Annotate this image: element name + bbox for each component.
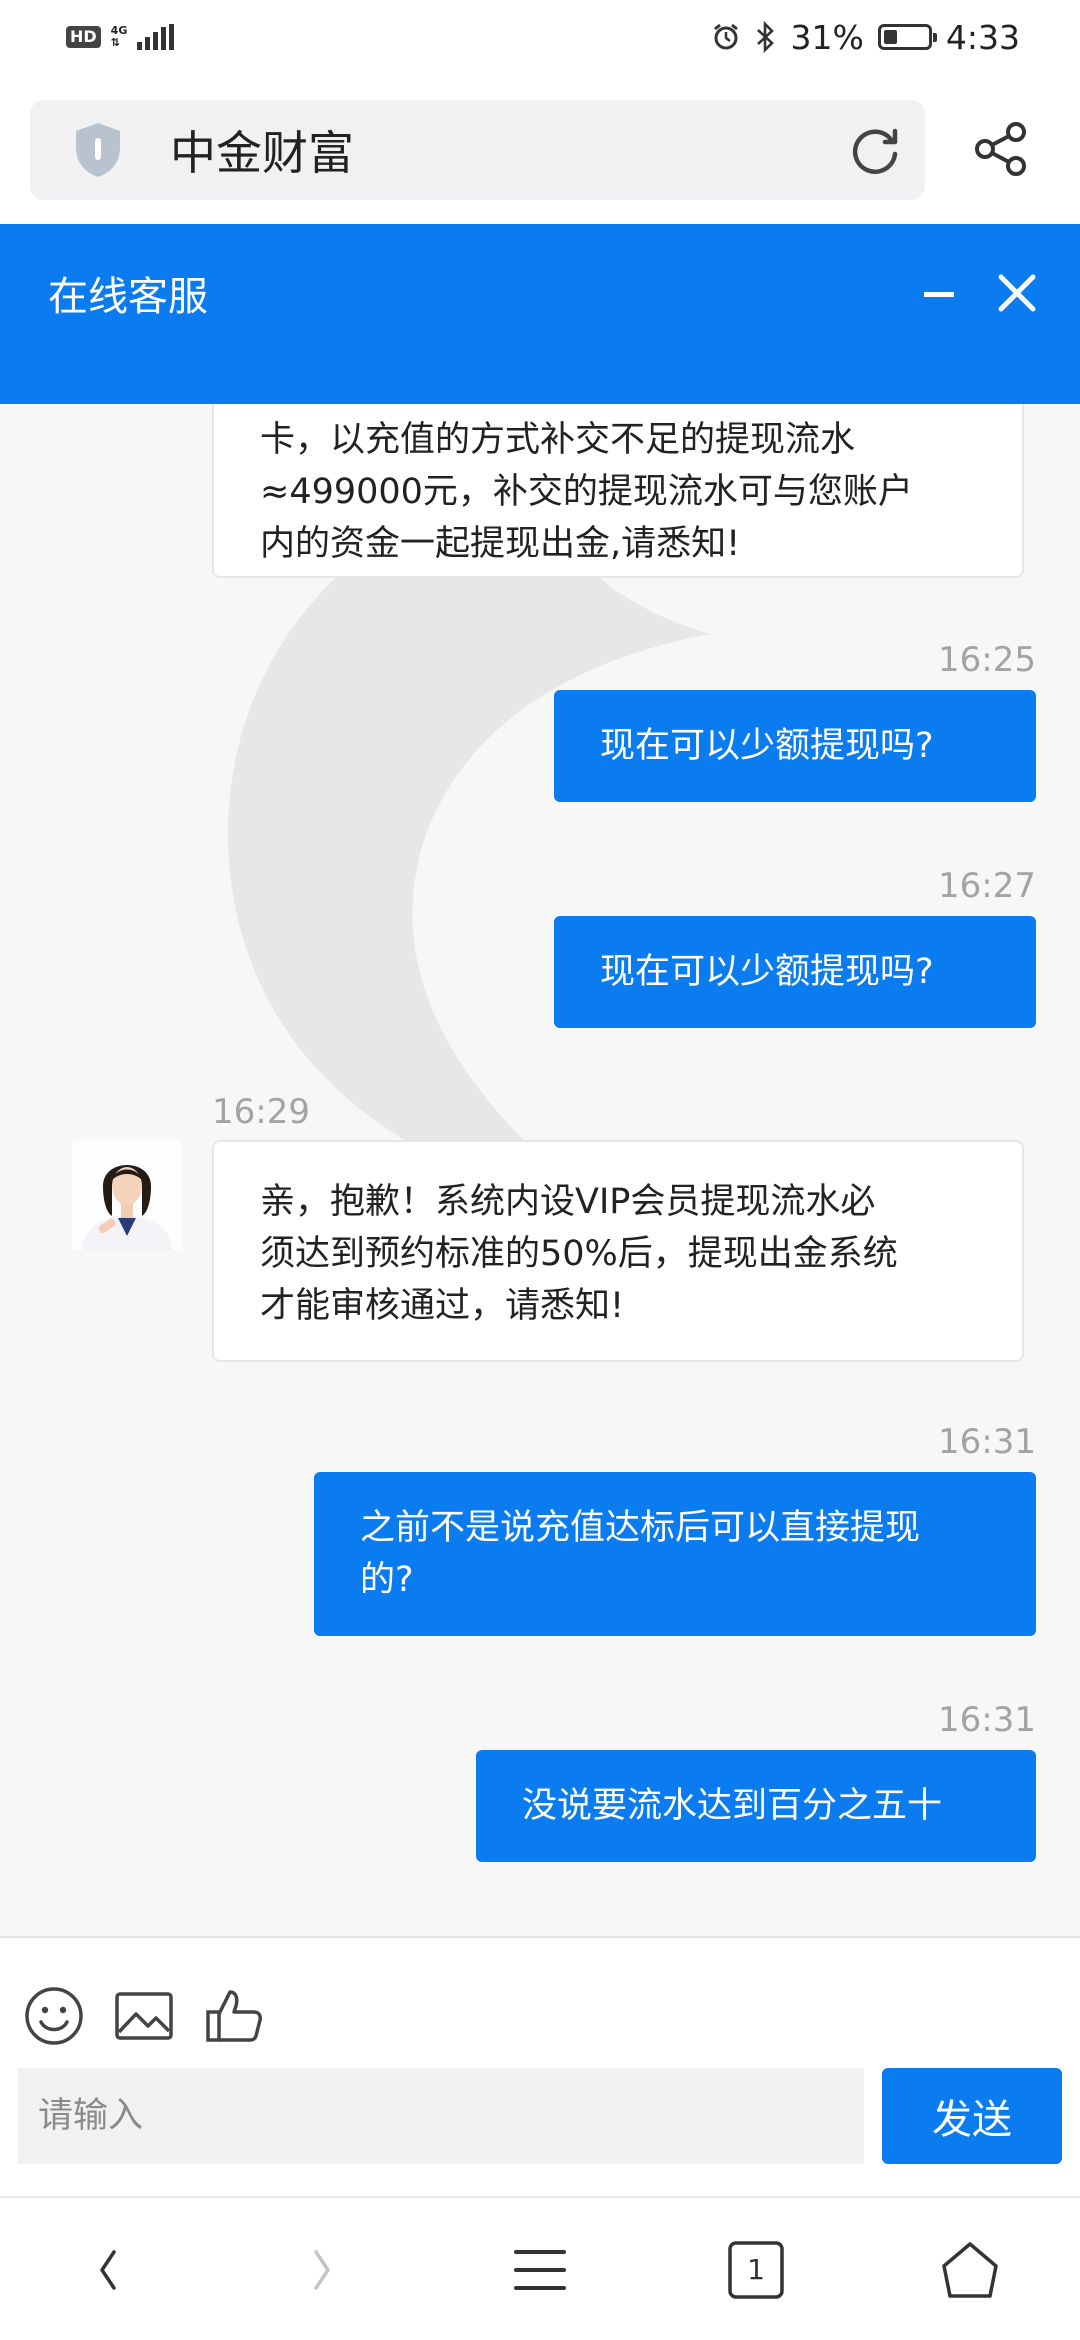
shield-icon[interactable] — [70, 120, 126, 180]
agent-avatar — [72, 1140, 182, 1250]
menu-icon[interactable] — [504, 2234, 576, 2306]
user-message-bubble: 没说要流水达到百分之五十 — [476, 1750, 1036, 1862]
browser-bar: 中金财富 — [0, 74, 1080, 224]
clock: 4:33 — [945, 17, 1020, 57]
reload-icon[interactable] — [847, 122, 905, 180]
message-text: 没说要流水达到百分之五十 — [522, 1786, 943, 1826]
message-timestamp: 16:27 — [938, 866, 1036, 906]
minimize-icon[interactable] — [906, 274, 970, 314]
input-area: 发送 — [0, 1936, 1080, 2196]
agent-avatar-image — [72, 1140, 182, 1250]
browser-nav-bar: 1 — [0, 2196, 1080, 2340]
message-line: 亲，抱歉！系统内设VIP会员提现流水必 — [260, 1182, 876, 1222]
chat-title: 在线客服 — [48, 274, 208, 320]
message-line: 内的资金一起提现出金,请悉知! — [260, 524, 741, 564]
tabs-button[interactable]: 1 — [720, 2234, 792, 2306]
home-icon[interactable] — [934, 2234, 1006, 2306]
chat-header: 在线客服 — [0, 224, 1080, 404]
tab-count: 1 — [747, 2253, 765, 2286]
message-line: ≈499000元，补交的提现流水可与您账户 — [260, 472, 913, 512]
address-bar[interactable]: 中金财富 — [30, 100, 925, 200]
battery-percent: 31% — [790, 17, 864, 57]
battery-level-fill — [883, 30, 897, 44]
user-message-bubble: 现在可以少额提现吗? — [554, 916, 1036, 1028]
emoji-icon[interactable] — [22, 1984, 86, 2048]
network-arrows: ⇅ — [110, 36, 120, 49]
message-line: 须达到预约标准的50%后，提现出金系统 — [260, 1234, 898, 1274]
message-timestamp: 16:31 — [938, 1422, 1036, 1462]
bluetooth-icon — [756, 21, 774, 53]
battery-icon — [877, 24, 937, 50]
status-left: HD 4G ⇅ — [66, 24, 175, 50]
user-message-bubble: 现在可以少额提现吗? — [554, 690, 1036, 802]
status-right: 31% 4:33 — [711, 18, 1020, 57]
back-icon[interactable] — [72, 2234, 144, 2306]
user-message-bubble: 之前不是说充值达标后可以直接提现 的? — [314, 1472, 1036, 1636]
thumbs-up-icon[interactable] — [202, 1984, 266, 2048]
network-type: 4G ⇅ — [111, 25, 128, 49]
chat-messages[interactable]: 卡，以充值的方式补交不足的提现流水 ≈499000元，补交的提现流水可与您账户 … — [0, 404, 1080, 1936]
alarm-icon — [713, 23, 738, 50]
close-icon[interactable] — [988, 264, 1046, 322]
message-line: 卡，以充值的方式补交不足的提现流水 — [260, 420, 856, 460]
agent-message-bubble: 亲，抱歉！系统内设VIP会员提现流水必 须达到预约标准的50%后，提现出金系统 … — [212, 1140, 1024, 1362]
message-timestamp: 16:29 — [212, 1092, 310, 1132]
status-bar: HD 4G ⇅ 31% 4:33 — [0, 0, 1080, 74]
share-icon[interactable] — [972, 120, 1030, 178]
image-icon[interactable] — [112, 1984, 176, 2048]
message-line: 的? — [360, 1560, 414, 1600]
send-button[interactable]: 发送 — [882, 2068, 1062, 2164]
signal-icon — [137, 24, 175, 50]
agent-message-bubble: 卡，以充值的方式补交不足的提现流水 ≈499000元，补交的提现流水可与您账户 … — [212, 404, 1024, 578]
forward-icon[interactable] — [286, 2234, 358, 2306]
message-input[interactable] — [18, 2068, 864, 2164]
message-line: 之前不是说充值达标后可以直接提现 — [360, 1508, 921, 1548]
message-text: 现在可以少额提现吗? — [600, 726, 934, 766]
message-timestamp: 16:25 — [938, 640, 1036, 680]
hd-badge: HD — [66, 26, 101, 48]
message-timestamp: 16:31 — [938, 1700, 1036, 1740]
site-title: 中金财富 — [170, 126, 354, 180]
message-line: 才能审核通过，请悉知! — [260, 1286, 625, 1326]
message-text: 现在可以少额提现吗? — [600, 952, 934, 992]
